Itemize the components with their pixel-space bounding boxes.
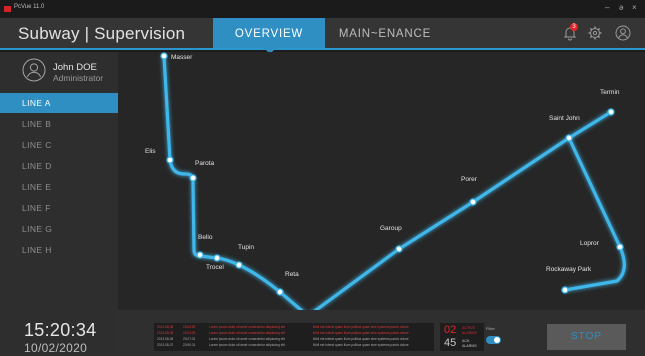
avatar-icon <box>22 58 46 82</box>
station-lopror-marker[interactable] <box>616 243 624 251</box>
station-label-lopror: Lopror <box>580 240 600 247</box>
station-label-porer: Porer <box>461 176 478 183</box>
station-masser-marker[interactable] <box>160 52 168 60</box>
gear-icon[interactable] <box>586 24 604 42</box>
minimize-button[interactable]: – <box>605 2 609 14</box>
app-header: Subway | Supervision OVERVIEW MAIN~ENANC… <box>0 18 645 54</box>
user-name: John DOE <box>53 62 97 73</box>
user-card: John DOE Administrator <box>0 52 118 90</box>
alarm-time: 23:50:31 <box>183 343 196 347</box>
alarm-date: 2013-08-07 <box>157 343 174 347</box>
alarm-row[interactable]: 2013-08-07 23:50:31 Lorem ipsum dolor si… <box>157 343 433 348</box>
alarm-text: Lorem ipsum dolor sit amet consectetur a… <box>209 325 285 329</box>
sidebar-item-line-e[interactable]: LINE E <box>0 177 118 197</box>
alarm-text: Lorem ipsum dolor sit amet consectetur a… <box>209 337 285 341</box>
user-profile-icon[interactable] <box>614 24 632 42</box>
filter-label: Filter <box>486 326 495 331</box>
sidebar: John DOE Administrator LINE A LINE B LIN… <box>0 52 118 356</box>
clock-date: 10/02/2020 <box>24 341 88 355</box>
filter-toggle[interactable] <box>486 336 501 344</box>
station-label-reta: Reta <box>285 271 299 278</box>
station-label-masser: Masser <box>171 54 193 61</box>
page-title: Subway | Supervision <box>18 24 186 43</box>
alarm-detail: Nihil est tolerat quam illum politica qu… <box>313 343 409 347</box>
station-label-tupin: Tupin <box>238 244 254 251</box>
sidebar-item-line-g[interactable]: LINE G <box>0 219 118 239</box>
alarm-date: 2013-08-08 <box>157 331 174 335</box>
alarm-counters: 02 ACTIVE ALARMS 45 ACK. ALARMS <box>440 323 484 351</box>
alarm-bar: 2013-08-08 23:03:35 Lorem ipsum dolor si… <box>118 310 645 356</box>
station-parota-marker[interactable] <box>189 174 197 182</box>
station-label-rockaway-park: Rockaway Park <box>546 266 592 273</box>
alarm-detail: Nihil est tolerat quam illum politica qu… <box>313 331 409 335</box>
station-label-garoup: Garoup <box>380 225 402 232</box>
sidebar-item-line-f[interactable]: LINE F <box>0 198 118 218</box>
alarm-time: 23:03:35 <box>183 331 196 335</box>
subway-map: Masser Elis Parota Bello Tupin Trocel Re… <box>118 52 645 310</box>
alarm-date: 2013-08-08 <box>157 325 174 329</box>
sidebar-item-line-c[interactable]: LINE C <box>0 135 118 155</box>
close-button[interactable]: × <box>632 2 637 14</box>
station-termin-marker[interactable] <box>607 108 615 116</box>
alarm-text: Lorem ipsum dolor sit amet consectetur a… <box>209 343 285 347</box>
station-saint-john-marker[interactable] <box>565 134 573 142</box>
station-reta-marker[interactable] <box>276 288 284 296</box>
alarm-detail: Nihil est tolerat quam illum politica qu… <box>313 325 409 329</box>
alarm-text: Lorem ipsum dolor sit amet consectetur a… <box>209 331 285 335</box>
station-label-bello: Bello <box>198 234 213 241</box>
alarm-row[interactable]: 2013-08-08 23:27:32 Lorem ipsum dolor si… <box>157 337 433 342</box>
active-alarm-label: ACTIVE ALARMS <box>462 326 477 335</box>
station-tupin-marker[interactable] <box>235 261 243 269</box>
station-elis-marker[interactable] <box>166 156 174 164</box>
sidebar-item-line-b[interactable]: LINE B <box>0 114 118 134</box>
station-bello-marker[interactable] <box>196 251 204 259</box>
sidebar-item-line-a[interactable]: LINE A <box>0 93 118 113</box>
alarm-row[interactable]: 2013-08-08 23:03:35 Lorem ipsum dolor si… <box>157 325 433 330</box>
alarm-detail: Nihil est tolerat quam illum politica qu… <box>313 337 409 341</box>
notification-badge: 3 <box>570 23 578 31</box>
filter-toggle-knob <box>494 337 500 343</box>
station-garoup-marker[interactable] <box>395 245 403 253</box>
app-logo-icon <box>4 6 11 12</box>
alarm-time: 23:27:32 <box>183 337 196 341</box>
alarm-row[interactable]: 2013-08-08 23:03:35 Lorem ipsum dolor si… <box>157 331 433 336</box>
tab-overview[interactable]: OVERVIEW <box>213 18 325 48</box>
station-porer-marker[interactable] <box>469 198 477 206</box>
station-trocel-marker[interactable] <box>213 254 221 262</box>
alarm-table[interactable]: 2013-08-08 23:03:35 Lorem ipsum dolor si… <box>154 323 434 351</box>
alarm-time: 23:03:35 <box>183 325 196 329</box>
alarm-date: 2013-08-08 <box>157 337 174 341</box>
tab-maintenance[interactable]: MAIN~ENANCE <box>330 18 440 48</box>
window-titlebar: PcVue 11.0 – ə × <box>0 0 645 18</box>
clock-time: 15:20:34 <box>24 320 97 340</box>
stop-button[interactable]: STOP <box>547 324 626 350</box>
station-label-elis: Elis <box>145 148 156 155</box>
maximize-button[interactable]: ə <box>619 2 623 14</box>
sidebar-item-line-d[interactable]: LINE D <box>0 156 118 176</box>
app-name: PcVue 11.0 <box>14 4 45 10</box>
station-label-trocel: Trocel <box>206 264 224 271</box>
user-role: Administrator <box>53 73 104 83</box>
ack-alarm-label: ACK. ALARMS <box>462 339 477 348</box>
subway-map-canvas: Masser Elis Parota Bello Tupin Trocel Re… <box>145 52 626 310</box>
sidebar-item-line-h[interactable]: LINE H <box>0 240 118 260</box>
station-rockaway-park-marker[interactable] <box>561 286 569 294</box>
station-label-termin: Termin <box>600 89 620 96</box>
station-label-saint-john: Saint John <box>549 115 580 122</box>
ack-alarm-count: 45 <box>444 337 457 349</box>
active-alarm-count: 02 <box>444 324 457 336</box>
station-label-parota: Parota <box>195 160 215 167</box>
